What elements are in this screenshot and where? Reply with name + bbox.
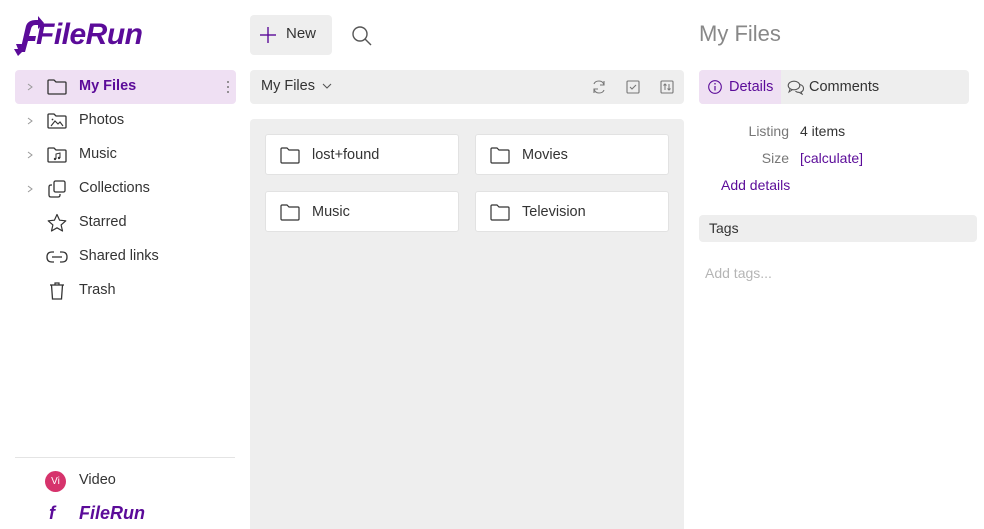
folder-name: Music	[312, 204, 350, 220]
new-button-label: New	[286, 25, 317, 42]
folder-icon	[280, 147, 300, 164]
sidebar-divider	[15, 457, 235, 458]
sidebar-nav: My Files Photos Music Collections Starre…	[15, 70, 236, 308]
folder-item[interactable]: lost+found	[265, 134, 459, 175]
folder-item[interactable]: Television	[475, 191, 669, 232]
folder-icon	[280, 204, 300, 221]
breadcrumb-bar: My Files	[250, 70, 684, 104]
sidebar-item-label: My Files	[79, 78, 137, 94]
breadcrumb-label: My Files	[261, 78, 315, 94]
folder-name: Television	[522, 204, 586, 220]
search-icon[interactable]	[350, 24, 374, 48]
select-all-icon[interactable]	[625, 79, 641, 95]
details-tabs: Details Comments	[699, 70, 969, 104]
filerun-logo[interactable]: FileRun	[14, 14, 143, 56]
sidebar-item-collections[interactable]: Collections	[15, 172, 236, 206]
tab-label: Details	[729, 79, 774, 95]
file-grid: lost+found Movies Music Television	[250, 119, 684, 529]
sidebar-item-trash[interactable]: Trash	[15, 274, 236, 308]
tab-details[interactable]: Details	[699, 70, 781, 104]
sidebar-item-music[interactable]: Music	[15, 138, 236, 172]
footer-brand[interactable]: f FileRun	[45, 503, 165, 525]
music-folder-icon	[47, 147, 67, 163]
sidebar-item-label: Collections	[79, 180, 150, 196]
folder-name: lost+found	[312, 147, 380, 163]
avatar[interactable]: Vi	[45, 470, 66, 492]
tags-header: Tags	[699, 215, 977, 242]
sidebar-item-shared-links[interactable]: Shared links	[15, 240, 236, 274]
new-button[interactable]: New	[250, 15, 332, 55]
chevron-right-icon[interactable]	[25, 81, 35, 93]
comments-icon	[787, 80, 805, 95]
more-options-icon[interactable]	[224, 78, 232, 96]
chevron-down-icon	[322, 83, 332, 89]
sidebar-item-label: Music	[79, 146, 117, 162]
sidebar-item-my-files[interactable]: My Files	[15, 70, 236, 104]
sort-icon[interactable]	[659, 79, 675, 95]
tab-comments[interactable]: Comments	[787, 70, 879, 104]
user-menu[interactable]: Vi Video	[45, 470, 116, 492]
tags-label: Tags	[709, 220, 739, 236]
tags-input[interactable]	[705, 265, 975, 281]
sidebar-item-photos[interactable]: Photos	[15, 104, 236, 138]
listing-label: Listing	[748, 123, 789, 139]
logo-wordmark: FileRun	[36, 18, 143, 51]
sidebar-item-starred[interactable]: Starred	[15, 206, 236, 240]
folder-name: Movies	[522, 147, 568, 163]
listing-value: 4 items	[800, 123, 846, 139]
breadcrumb-current[interactable]: My Files	[261, 78, 332, 94]
photo-folder-icon	[47, 113, 67, 129]
sidebar-item-label: Starred	[79, 214, 127, 230]
chevron-right-icon[interactable]	[25, 149, 35, 161]
sidebar-item-label: Photos	[79, 112, 125, 128]
sidebar-item-label: Shared links	[79, 248, 159, 264]
sidebar: FileRun My Files Photos Music Collection…	[0, 0, 250, 529]
chevron-right-icon[interactable]	[25, 183, 35, 195]
folder-icon	[490, 204, 510, 221]
tab-label: Comments	[809, 79, 880, 95]
user-name[interactable]: Video	[79, 472, 116, 488]
trash-icon	[50, 282, 64, 300]
info-icon	[708, 80, 722, 94]
size-label: Size	[761, 150, 789, 166]
footer-logo-mark-icon: f	[49, 503, 55, 523]
folder-item[interactable]: Music	[265, 191, 459, 232]
chevron-right-icon[interactable]	[25, 115, 35, 127]
add-details-link[interactable]: Add details	[721, 177, 790, 193]
refresh-icon[interactable]	[591, 79, 607, 95]
folder-icon	[490, 147, 510, 164]
link-icon	[46, 251, 68, 263]
sidebar-item-label: Trash	[79, 282, 116, 298]
collections-icon	[48, 180, 66, 198]
footer-logo-wordmark: FileRun	[79, 503, 145, 523]
folder-item[interactable]: Movies	[475, 134, 669, 175]
folder-icon	[47, 79, 67, 95]
star-icon	[47, 213, 67, 232]
plus-icon	[260, 27, 276, 43]
calculate-size-link[interactable]: [calculate]	[800, 150, 863, 166]
details-title: My Files	[699, 21, 781, 46]
